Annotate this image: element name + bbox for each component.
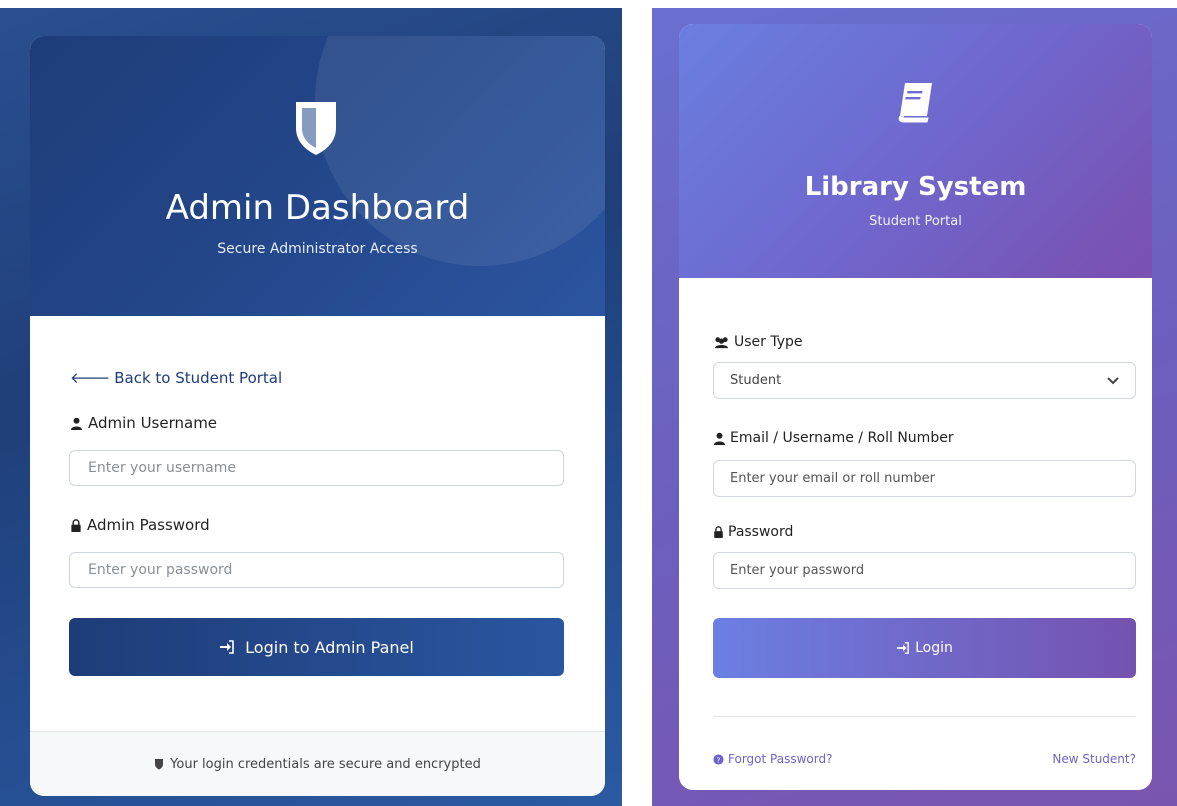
new-student-link[interactable]: New Student? [1052,752,1136,766]
admin-password-label-text: Admin Password [87,516,210,534]
shield-icon [296,102,336,155]
admin-username-input[interactable]: Enter your username [69,450,564,486]
password-placeholder: Enter your password [730,563,865,578]
library-title: Library System [804,172,1027,202]
library-login-button-label: Login [915,640,953,656]
admin-form: 🡐 Back to Student Portal Admin Username E… [30,316,605,731]
book-icon [898,83,932,123]
email-label-text: Email / Username / Roll Number [730,430,954,446]
top-edge-strip [0,0,1177,8]
email-label: Email / Username / Roll Number [713,430,954,446]
admin-login-button-label: Login to Admin Panel [245,637,414,657]
user-type-select[interactable]: Student [713,362,1136,399]
users-icon [715,336,728,348]
email-input[interactable]: Enter your email or roll number [713,460,1136,497]
email-placeholder: Enter your email or roll number [730,471,935,486]
arrow-left-icon: 🡐 [70,369,111,387]
user-icon [70,417,83,430]
admin-username-placeholder: Enter your username [88,460,236,476]
chevron-down-icon [1107,376,1119,384]
sign-in-icon [897,642,909,654]
forgot-password-link[interactable]: ? Forgot Password? [713,752,832,766]
admin-title: Admin Dashboard [165,188,470,228]
user-type-label-text: User Type [734,334,803,350]
admin-login-page: Admin Dashboard Secure Administrator Acc… [0,8,622,806]
library-login-button[interactable]: Login [713,618,1136,678]
user-icon [713,432,726,445]
back-link-label: Back to Student Portal [114,369,283,387]
library-subtitle: Student Portal [869,214,962,229]
admin-login-button[interactable]: Login to Admin Panel [69,618,564,676]
admin-card-header: Admin Dashboard Secure Administrator Acc… [30,36,605,316]
admin-password-input[interactable]: Enter your password [69,552,564,588]
password-label: Password [713,524,793,540]
admin-username-label-text: Admin Username [88,414,218,432]
password-input[interactable]: Enter your password [713,552,1136,589]
shield-small-icon [155,759,164,770]
library-login-page: Library System Student Portal User Type … [652,8,1177,806]
back-to-student-portal-link[interactable]: 🡐 Back to Student Portal [70,368,282,387]
library-login-card: Library System Student Portal User Type … [679,24,1152,790]
question-circle-icon: ? [713,753,724,765]
svg-text:?: ? [717,755,721,764]
library-card-header: Library System Student Portal [679,24,1152,278]
sign-in-icon [220,640,234,654]
user-type-selected-value: Student [730,373,782,388]
lock-icon [71,518,81,532]
divider [713,716,1136,717]
admin-login-card: Admin Dashboard Secure Administrator Acc… [30,36,605,796]
user-type-label: User Type [713,334,803,350]
library-form: User Type Student Email / Username / Rol… [679,278,1152,790]
admin-security-footer: Your login credentials are secure and en… [30,731,605,796]
admin-username-label: Admin Username [70,414,217,432]
forgot-password-label: Forgot Password? [728,752,833,766]
password-label-text: Password [728,524,794,540]
admin-password-placeholder: Enter your password [88,562,233,578]
admin-footer-note: Your login credentials are secure and en… [170,756,481,772]
lock-icon [714,526,723,538]
admin-subtitle: Secure Administrator Access [217,241,418,257]
admin-password-label: Admin Password [70,516,210,534]
decorative-circle [315,36,605,266]
